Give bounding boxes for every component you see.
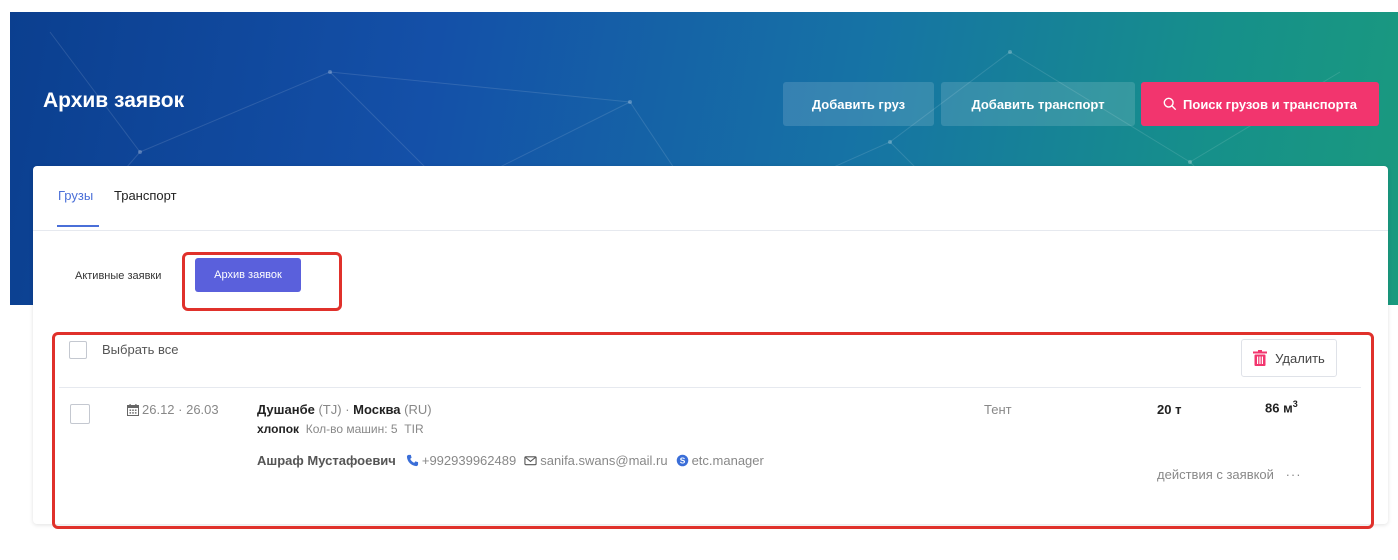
- select-all-label[interactable]: Выбрать все: [102, 342, 178, 357]
- email-icon: [524, 456, 537, 466]
- contact-name: Ашраф Мустафоевич: [257, 453, 396, 468]
- volume-value: 86 м: [1265, 400, 1293, 416]
- body-type: Тент: [984, 402, 1012, 417]
- cargo-weight: 20 т: [1157, 402, 1182, 417]
- origin-country: (TJ): [318, 402, 342, 417]
- archive-requests-button[interactable]: Архив заявок: [195, 258, 301, 292]
- more-icon: ···: [1285, 467, 1302, 482]
- phone-number: +992939962489: [421, 453, 517, 468]
- contact-info: Ашраф Мустафоевич +992939962489 sanifa.s…: [257, 453, 772, 468]
- route: Душанбе (TJ) · Москва (RU): [257, 402, 432, 417]
- skype-contact[interactable]: S etc.manager: [676, 453, 764, 468]
- trash-icon: [1253, 350, 1268, 366]
- add-transport-button[interactable]: Добавить транспорт: [941, 82, 1135, 126]
- route-separator: ·: [345, 402, 350, 417]
- cargo-details: хлопок Кол-во машин: 5 TIR: [257, 422, 424, 436]
- svg-text:S: S: [679, 455, 685, 465]
- row-checkbox[interactable]: [70, 404, 90, 424]
- volume-unit-exponent: 3: [1292, 399, 1298, 409]
- add-cargo-button[interactable]: Добавить груз: [783, 82, 934, 126]
- tab-cargo[interactable]: Грузы: [58, 188, 93, 203]
- email-address: sanifa.swans@mail.ru: [540, 453, 668, 468]
- select-all-checkbox[interactable]: [69, 341, 87, 359]
- destination-country: (RU): [404, 402, 432, 417]
- search-button-label: Поиск грузов и транспорта: [1183, 96, 1357, 112]
- list-divider: [59, 387, 1361, 388]
- active-tab-indicator: [57, 225, 99, 227]
- delete-button-label: Удалить: [1275, 350, 1325, 366]
- page-title: Архив заявок: [43, 89, 185, 112]
- search-cargo-transport-button[interactable]: Поиск грузов и транспорта: [1141, 82, 1379, 126]
- skype-icon: S: [676, 454, 688, 467]
- destination-city: Москва: [353, 402, 401, 417]
- requests-card: Грузы Транспорт Активные заявки Архив за…: [33, 166, 1388, 524]
- tab-transport[interactable]: Транспорт: [114, 188, 177, 203]
- permit-type: TIR: [404, 422, 424, 436]
- phone-icon: [406, 454, 418, 467]
- request-dates: 26.12 · 26.03: [127, 402, 219, 417]
- search-icon: [1163, 97, 1177, 111]
- calendar-icon: [127, 403, 139, 416]
- skype-login: etc.manager: [691, 453, 764, 468]
- dates-text: 26.12 · 26.03: [142, 402, 219, 417]
- request-actions-label: действия с заявкой: [1157, 467, 1274, 482]
- vehicle-count: Кол-во машин: 5: [305, 422, 398, 436]
- phone-contact[interactable]: +992939962489: [406, 453, 516, 468]
- email-contact[interactable]: sanifa.swans@mail.ru: [524, 453, 668, 468]
- active-requests-button[interactable]: Активные заявки: [75, 270, 161, 282]
- cargo-volume: 86 м3: [1265, 399, 1298, 415]
- tab-bar: Грузы Транспорт: [33, 166, 1388, 231]
- delete-button[interactable]: Удалить: [1241, 339, 1337, 377]
- request-actions-menu[interactable]: действия с заявкой ···: [1157, 467, 1302, 482]
- cargo-name: хлопок: [257, 422, 300, 436]
- origin-city: Душанбе: [257, 402, 315, 417]
